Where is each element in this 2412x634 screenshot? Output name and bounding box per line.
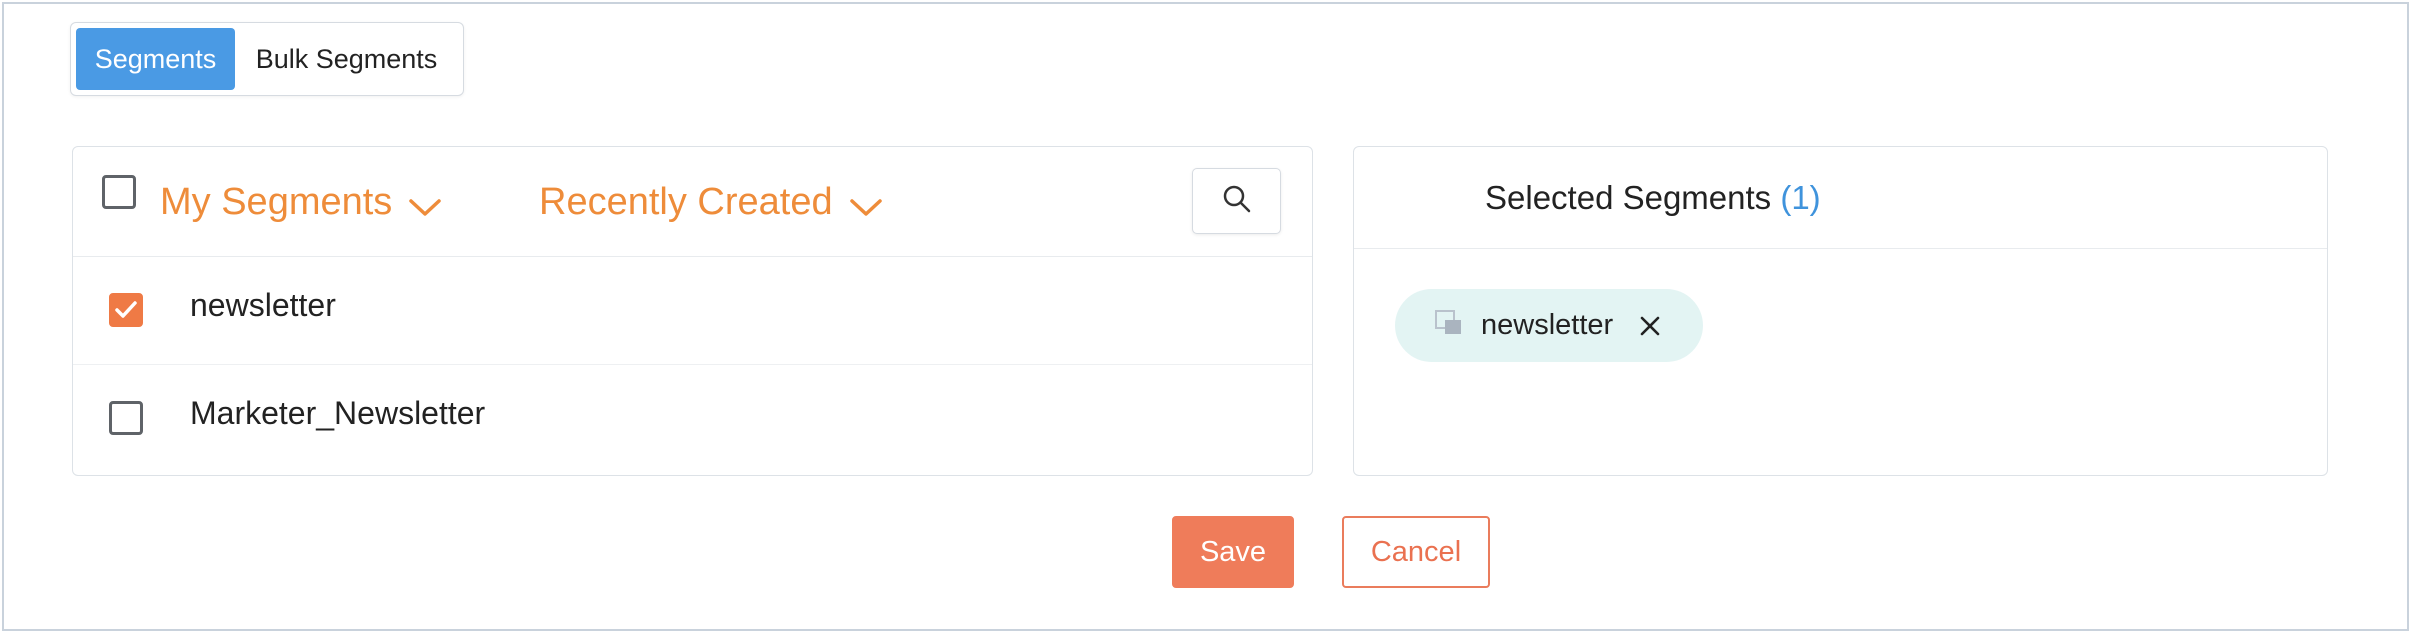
tab-bulk-segments[interactable]: Bulk Segments <box>235 28 458 90</box>
sort-filter-dropdown[interactable]: Recently Created <box>539 177 883 227</box>
chip-label: newsletter <box>1481 309 1614 341</box>
selected-segments-title: Selected Segments (1) <box>1485 179 1821 216</box>
segment-checkbox[interactable] <box>109 293 143 327</box>
selected-segments-panel: Selected Segments (1) newsletter <box>1353 146 2328 476</box>
save-button[interactable]: Save <box>1172 516 1294 588</box>
segment-list-header: My Segments Recently Created <box>73 147 1312 257</box>
segment-name: newsletter <box>190 287 336 323</box>
chevron-down-icon <box>408 185 442 228</box>
tab-segments[interactable]: Segments <box>76 28 235 90</box>
selected-segments-header: Selected Segments (1) <box>1354 147 2327 249</box>
select-all-checkbox[interactable] <box>102 175 136 209</box>
selected-count: (1) <box>1780 179 1821 216</box>
search-icon <box>1221 183 1253 220</box>
segment-list-panel: My Segments Recently Created newsletter … <box>72 146 1313 476</box>
segment-name: Marketer_Newsletter <box>190 395 486 431</box>
search-button[interactable] <box>1192 168 1281 234</box>
segment-row[interactable]: newsletter <box>73 257 1312 365</box>
chevron-down-icon <box>849 185 883 228</box>
segment-type-tabs: Segments Bulk Segments <box>70 22 464 96</box>
cancel-button[interactable]: Cancel <box>1342 516 1490 588</box>
owner-filter-dropdown[interactable]: My Segments <box>160 177 442 227</box>
segment-icon <box>1435 310 1463 341</box>
selected-segment-chip: newsletter <box>1395 289 1703 362</box>
sort-filter-label: Recently Created <box>539 180 833 223</box>
owner-filter-label: My Segments <box>160 180 393 223</box>
close-icon[interactable] <box>1639 315 1661 337</box>
segments-dialog: Segments Bulk Segments My Segments Recen… <box>2 2 2409 631</box>
segment-checkbox[interactable] <box>109 401 143 435</box>
segment-row[interactable]: Marketer_Newsletter <box>73 365 1312 473</box>
